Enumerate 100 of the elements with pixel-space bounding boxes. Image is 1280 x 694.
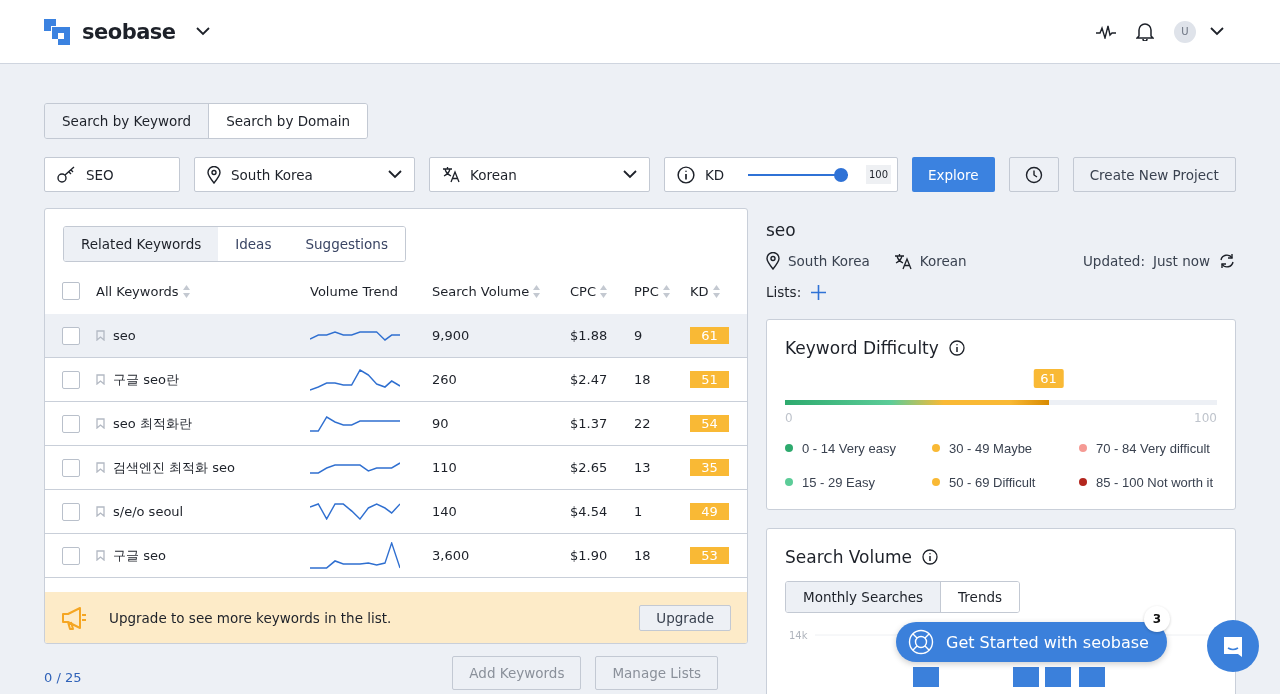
- cpc-text: $4.54: [570, 504, 609, 519]
- ppc-text: 18: [634, 548, 652, 563]
- sort-icon[interactable]: [600, 284, 607, 298]
- bell-icon[interactable]: [1136, 22, 1154, 41]
- explore-button[interactable]: Explore: [912, 157, 995, 192]
- volume-tab[interactable]: Monthly Searches: [786, 582, 941, 612]
- get-started-button[interactable]: Get Started with seobase: [896, 622, 1167, 662]
- kd-badge: 49: [690, 503, 729, 520]
- refresh-icon[interactable]: [1218, 253, 1236, 269]
- row-checkbox[interactable]: [62, 502, 80, 521]
- megaphone-icon: [61, 605, 87, 630]
- column-header[interactable]: CPC: [570, 283, 634, 299]
- results-tab[interactable]: Related Keywords: [64, 227, 219, 261]
- chat-icon: [1221, 634, 1245, 658]
- sort-icon[interactable]: [182, 284, 190, 298]
- kd-reading: 100: [865, 165, 891, 184]
- volume-text: 260: [432, 372, 458, 387]
- clock-icon: [1024, 165, 1043, 184]
- create-project-button[interactable]: Create New Project: [1072, 157, 1236, 192]
- history-button[interactable]: [1008, 157, 1059, 192]
- ppc-text: 22: [634, 416, 652, 431]
- cpc-text: $2.65: [570, 460, 609, 475]
- scale-max: 100: [1194, 411, 1217, 425]
- difficulty-value: 61: [1033, 369, 1064, 388]
- ppc-text: 18: [634, 372, 652, 387]
- key-icon: [57, 166, 76, 183]
- chevron-down-icon: [1210, 27, 1224, 36]
- keyword-field[interactable]: SEO: [44, 157, 180, 192]
- keyword-text: 구글 seo: [113, 546, 166, 565]
- bookmark-icon[interactable]: [96, 418, 105, 429]
- bookmark-icon[interactable]: [96, 550, 105, 561]
- logo-icon[interactable]: [44, 18, 70, 45]
- info-icon[interactable]: [948, 340, 965, 356]
- row-checkbox[interactable]: [62, 370, 80, 389]
- keyword-row[interactable]: seo 9,900 $1.88 9 61: [45, 314, 747, 358]
- legend-label: 70 - 84 Very difficult: [1096, 440, 1210, 456]
- ppc-text: 9: [634, 328, 644, 343]
- kd-badge: 51: [690, 371, 729, 388]
- keyword-text: s/e/o seoul: [113, 504, 184, 519]
- location-text: South Korea: [788, 253, 870, 269]
- volume-text: 3,600: [432, 548, 471, 563]
- brand-name: seobase: [82, 19, 176, 44]
- column-header: Volume Trend: [310, 283, 400, 299]
- cpc-text: $2.47: [570, 372, 609, 387]
- location-pin-icon: [766, 252, 780, 270]
- language-select[interactable]: Korean: [429, 157, 650, 192]
- column-header[interactable]: Search Volume: [432, 283, 570, 299]
- selection-count: 0 / 25: [44, 670, 82, 685]
- info-icon[interactable]: [922, 549, 939, 565]
- bookmark-icon[interactable]: [96, 330, 105, 341]
- sort-icon[interactable]: [712, 284, 720, 298]
- row-checkbox[interactable]: [62, 414, 80, 433]
- lifebuoy-icon: [908, 629, 934, 655]
- card-title: Keyword Difficulty: [785, 338, 939, 358]
- translate-icon: [893, 252, 912, 270]
- translate-icon: [442, 166, 460, 183]
- volume-tab[interactable]: Trends: [940, 582, 1020, 612]
- keyword-text: seo: [113, 328, 136, 343]
- bookmark-icon[interactable]: [96, 506, 105, 517]
- chevron-down-icon: [195, 27, 210, 36]
- upgrade-button[interactable]: Upgrade: [639, 604, 731, 631]
- kd-badge: 54: [690, 415, 729, 432]
- kd-slider[interactable]: [748, 167, 848, 182]
- keyword-title: seo: [766, 220, 797, 240]
- activity-icon[interactable]: [1096, 24, 1116, 39]
- select-all-checkbox[interactable]: [62, 282, 80, 300]
- cpc-text: $1.88: [570, 328, 609, 343]
- column-header[interactable]: PPC: [634, 283, 690, 299]
- cpc-text: $1.90: [570, 548, 609, 563]
- location-pin-icon: [207, 165, 221, 184]
- keyword-text: 검색엔진 최적화 seo: [113, 458, 235, 477]
- row-checkbox[interactable]: [62, 326, 80, 345]
- column-header[interactable]: KD: [690, 283, 747, 299]
- legend-label: 50 - 69 Difficult: [949, 474, 1036, 490]
- chat-button[interactable]: [1207, 620, 1259, 672]
- legend-label: 85 - 100 Not worth it: [1096, 474, 1214, 490]
- kd-badge: 61: [690, 327, 729, 344]
- keyword-text: 구글 seo란: [113, 370, 179, 389]
- location-select[interactable]: South Korea: [194, 157, 415, 192]
- row-checkbox[interactable]: [62, 458, 80, 477]
- kd-label: KD: [705, 166, 725, 183]
- volume-text: 140: [432, 504, 458, 519]
- row-checkbox[interactable]: [62, 546, 80, 565]
- upgrade-message: Upgrade to see more keywords in the list.: [109, 609, 392, 626]
- updated-label: Updated:: [1082, 253, 1145, 269]
- legend-label: 15 - 29 Easy: [802, 474, 875, 490]
- chevron-down-icon: [388, 170, 402, 179]
- ppc-text: 1: [634, 504, 644, 519]
- sort-icon[interactable]: [662, 284, 670, 298]
- keyword-text: seo 최적화란: [113, 414, 192, 433]
- plus-icon[interactable]: [811, 284, 827, 300]
- bookmark-icon[interactable]: [96, 374, 105, 385]
- search-mode-tab[interactable]: Search by Domain: [208, 104, 368, 138]
- updated-value: Just now: [1153, 253, 1210, 269]
- user-avatar[interactable]: U: [1174, 20, 1196, 43]
- bookmark-icon[interactable]: [96, 462, 105, 473]
- info-icon[interactable]: [677, 165, 695, 184]
- column-header[interactable]: All Keywords: [96, 283, 310, 299]
- cpc-text: $1.37: [570, 416, 609, 431]
- sort-icon[interactable]: [533, 284, 541, 298]
